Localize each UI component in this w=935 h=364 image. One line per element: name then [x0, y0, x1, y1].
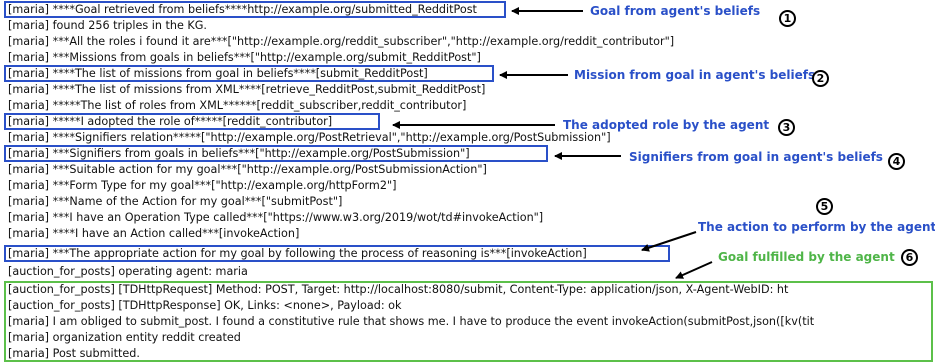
role-highlight-box	[4, 113, 380, 130]
log-line: [maria] ****I have an Action called***[i…	[8, 227, 300, 240]
step-number-badge: 4	[888, 153, 905, 170]
log-line: [maria] ***Form Type for my goal***["htt…	[8, 179, 397, 192]
step-number-badge: 5	[816, 198, 833, 215]
log-line: [maria] ****The list of missions from XM…	[8, 83, 486, 96]
step-number-badge: 1	[779, 10, 796, 27]
action-highlight-box	[4, 245, 670, 262]
goal-fulfilled-box	[4, 281, 933, 362]
annotation-goal-fulfilled: Goal fulfilled by the agent	[718, 250, 895, 264]
step-number-badge: 6	[901, 249, 918, 266]
log-line: [maria] ****Signifiers relation*****["ht…	[8, 131, 611, 144]
mission-highlight-box	[4, 65, 494, 82]
log-line: [auction_for_posts] operating agent: mar…	[8, 265, 248, 278]
annotation-action-to-perform: The action to perform by the agent	[698, 220, 935, 234]
log-line: [maria] ***Missions from goals in belief…	[8, 51, 481, 64]
log-line: [maria] ***All the roles i found it are*…	[8, 35, 675, 48]
goal-highlight-box	[4, 1, 506, 18]
log-line: [maria] *****The list of roles from XML*…	[8, 99, 467, 112]
annotation-goal-from-beliefs: Goal from agent's beliefs	[590, 4, 761, 18]
log-line: [maria] ***I have an Operation Type call…	[8, 211, 544, 224]
log-line: [maria] ***Suitable action for my goal**…	[8, 163, 487, 176]
annotation-adopted-role: The adopted role by the agent	[563, 118, 770, 132]
step-number-badge: 3	[778, 119, 795, 136]
step-number-badge: 2	[812, 70, 829, 87]
annotation-signifiers-from-goal: Signifiers from goal in agent's beliefs	[629, 150, 883, 164]
signifiers-highlight-box	[4, 145, 548, 162]
annotation-mission-from-goal: Mission from goal in agent's beliefs	[574, 68, 816, 82]
log-line: [maria] found 256 triples in the KG.	[8, 19, 207, 32]
log-line: [maria] ***Name of the Action for my goa…	[8, 195, 343, 208]
